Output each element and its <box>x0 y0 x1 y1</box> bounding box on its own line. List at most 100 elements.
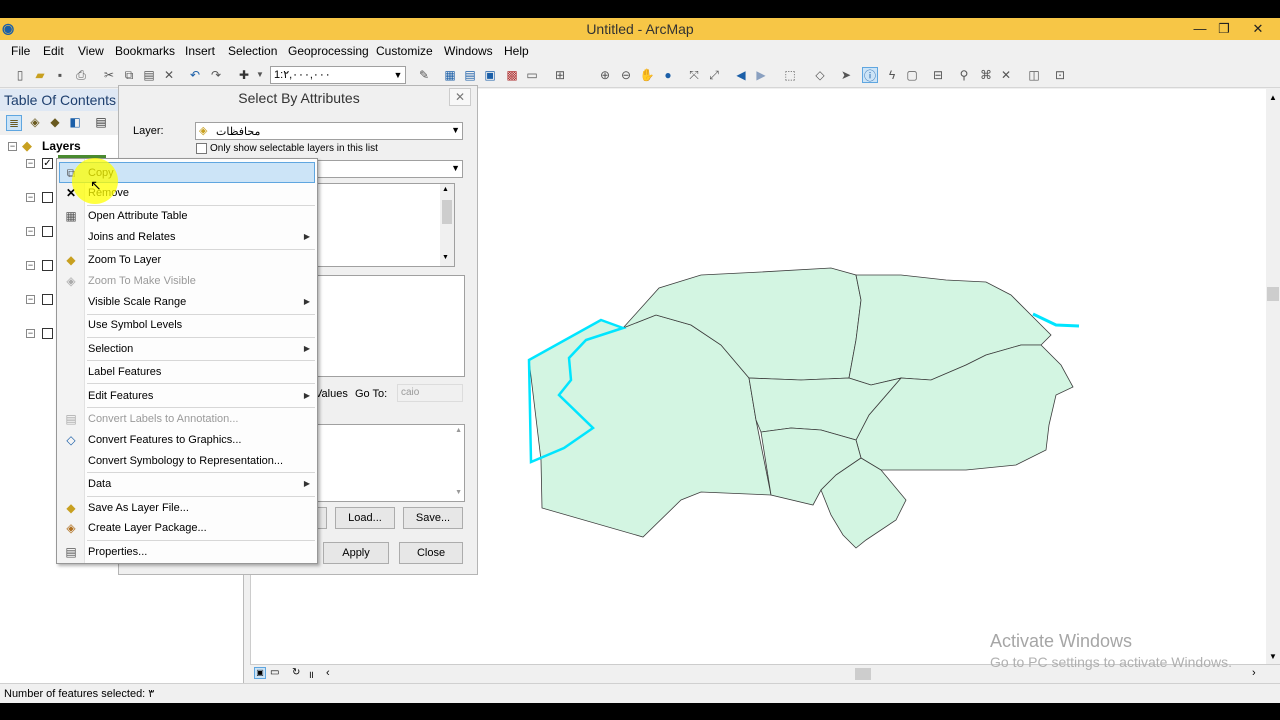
menu-edit[interactable]: Edit <box>43 44 64 58</box>
layer-3-collapse-toggle[interactable]: − <box>26 227 35 236</box>
full-extent-icon[interactable]: ● <box>660 67 676 83</box>
hyperlink-icon[interactable]: ϟ <box>884 67 900 83</box>
menu-bookmarks[interactable]: Bookmarks <box>115 44 175 58</box>
menu-selection[interactable]: Selection <box>228 44 277 58</box>
editor-icon[interactable]: ✎ <box>416 67 432 83</box>
menu-item-remove[interactable]: Remove <box>88 183 316 203</box>
select-elements-icon[interactable]: ➤ <box>838 67 854 83</box>
menu-item-save-layer-file[interactable]: Save As Layer File... <box>88 498 316 518</box>
list-by-visibility-icon[interactable]: ◆ <box>47 115 63 131</box>
menu-item-visible-scale-range[interactable]: Visible Scale Range ▶ <box>88 292 316 312</box>
copy-icon[interactable]: ⧉ <box>121 67 137 83</box>
scroll-up-icon[interactable]: ▲ <box>455 427 462 434</box>
map-scale-combo[interactable]: 1:٢,٠٠٠,٠٠٠ ▼ <box>270 66 406 84</box>
create-viewer-icon[interactable]: ⊡ <box>1052 67 1068 83</box>
add-data-icon[interactable]: ✚ <box>236 67 252 83</box>
layer-3-visibility-checkbox[interactable] <box>42 226 53 237</box>
arctoolbox-icon[interactable]: ▩ <box>504 67 520 83</box>
find-icon[interactable]: ⚲ <box>956 67 972 83</box>
menu-file[interactable]: File <box>11 44 30 58</box>
menu-item-edit-features[interactable]: Edit Features ▶ <box>88 386 316 406</box>
html-popup-icon[interactable]: ▢ <box>904 67 920 83</box>
layer-combo[interactable]: ◈ محافظات ▼ <box>195 122 463 140</box>
layer-1-visibility-checkbox[interactable]: ✓ <box>42 158 53 169</box>
fields-list[interactable]: ▲ ▼ <box>315 183 455 267</box>
layer-5-collapse-toggle[interactable]: − <box>26 295 35 304</box>
layout-view-icon[interactable]: ▭ <box>270 667 279 678</box>
toc-options-icon[interactable]: ▤ <box>93 115 109 131</box>
layer-2-collapse-toggle[interactable]: − <box>26 193 35 202</box>
new-icon[interactable]: ▯ <box>12 67 28 83</box>
menu-item-open-attribute-table[interactable]: Open Attribute Table <box>88 206 316 226</box>
menu-item-data[interactable]: Data ▶ <box>88 474 316 494</box>
menu-item-convert-features[interactable]: Convert Features to Graphics... <box>88 430 316 450</box>
menu-help[interactable]: Help <box>504 44 529 58</box>
list-by-source-icon[interactable]: ◈ <box>27 115 43 131</box>
delete-icon[interactable]: ✕ <box>161 67 177 83</box>
identify-icon[interactable]: ⓘ <box>862 67 878 83</box>
pause-drawing-icon[interactable]: ॥ <box>308 667 314 681</box>
menu-item-copy[interactable]: Copy <box>88 163 316 183</box>
data-view-icon[interactable]: ▣ <box>254 667 266 679</box>
vertical-scroll-thumb[interactable] <box>1267 287 1279 301</box>
menu-windows[interactable]: Windows <box>444 44 493 58</box>
menu-item-create-layer-package[interactable]: Create Layer Package... <box>88 518 316 538</box>
goto-xy-icon[interactable]: ✕ <box>998 67 1014 83</box>
print-icon[interactable]: ⎙ <box>73 67 89 83</box>
method-combo[interactable]: ▼ <box>315 160 463 178</box>
layer-6-collapse-toggle[interactable]: − <box>26 329 35 338</box>
menu-customize[interactable]: Customize <box>376 44 433 58</box>
scroll-down-icon[interactable]: ▼ <box>1269 652 1277 661</box>
menu-geoprocessing[interactable]: Geoprocessing <box>288 44 369 58</box>
python-icon[interactable]: ▭ <box>524 67 540 83</box>
where-clause-textbox[interactable]: ▲ ▼ <box>315 424 465 502</box>
fixed-zoom-out-icon[interactable]: ⤢ <box>706 67 722 83</box>
clear-selection-icon[interactable]: ◇ <box>812 67 828 83</box>
layer-4-visibility-checkbox[interactable] <box>42 260 53 271</box>
layer-4-collapse-toggle[interactable]: − <box>26 261 35 270</box>
paste-icon[interactable]: ▤ <box>141 67 157 83</box>
menu-insert[interactable]: Insert <box>185 44 215 58</box>
scroll-up-icon[interactable]: ▲ <box>442 186 449 193</box>
menu-item-properties[interactable]: Properties... <box>88 542 316 562</box>
save-icon[interactable]: ▪ <box>52 67 68 83</box>
goto-field[interactable]: caio <box>397 384 463 402</box>
scroll-down-icon[interactable]: ▼ <box>442 254 449 261</box>
layers-collapse-toggle[interactable]: − <box>8 142 17 151</box>
layer-1-collapse-toggle[interactable]: − <box>26 159 35 168</box>
fixed-zoom-in-icon[interactable]: ⤧ <box>686 67 702 83</box>
zoom-out-icon[interactable]: ⊖ <box>618 67 634 83</box>
menu-view[interactable]: View <box>78 44 104 58</box>
select-features-icon[interactable]: ⬚ <box>782 67 798 83</box>
menu-item-use-symbol-levels[interactable]: Use Symbol Levels <box>88 315 316 335</box>
menu-item-selection[interactable]: Selection ▶ <box>88 339 316 359</box>
toc-layers-root[interactable]: Layers <box>42 139 81 153</box>
close-window-button[interactable]: ✕ <box>1246 19 1270 39</box>
scroll-right-icon[interactable]: › <box>1252 667 1256 679</box>
horizontal-scroll-thumb[interactable] <box>855 668 871 680</box>
pan-icon[interactable]: ✋ <box>639 67 655 83</box>
route-icon[interactable]: ⌘ <box>978 67 994 83</box>
scroll-up-icon[interactable]: ▲ <box>1269 93 1277 102</box>
zoom-in-icon[interactable]: ⊕ <box>597 67 613 83</box>
time-slider-icon[interactable]: ◫ <box>1026 67 1042 83</box>
menu-item-joins-relates[interactable]: Joins and Relates ▶ <box>88 227 316 247</box>
values-button[interactable]: Values <box>315 384 349 404</box>
menu-item-zoom-to-layer[interactable]: Zoom To Layer <box>88 250 316 270</box>
load-button[interactable]: Load... <box>335 507 395 529</box>
cut-icon[interactable]: ✂ <box>101 67 117 83</box>
apply-button[interactable]: Apply <box>323 542 389 564</box>
back-extent-icon[interactable]: ◀ <box>733 67 749 83</box>
fields-scroll-thumb[interactable] <box>442 200 452 224</box>
search-window-icon[interactable]: ▣ <box>482 67 498 83</box>
restore-button[interactable]: ❐ <box>1212 19 1236 39</box>
minimize-button[interactable]: — <box>1188 19 1212 39</box>
forward-extent-icon[interactable]: ▶ <box>753 67 769 83</box>
layer-5-visibility-checkbox[interactable] <box>42 294 53 305</box>
menu-item-convert-symbology[interactable]: Convert Symbology to Representation... <box>88 451 316 471</box>
measure-icon[interactable]: ⊟ <box>930 67 946 83</box>
only-selectable-checkbox[interactable] <box>196 143 207 154</box>
dialog-close-icon[interactable]: ✕ <box>449 88 471 106</box>
scroll-left-icon[interactable]: ‹ <box>326 667 330 679</box>
refresh-icon[interactable]: ↻ <box>292 667 300 678</box>
